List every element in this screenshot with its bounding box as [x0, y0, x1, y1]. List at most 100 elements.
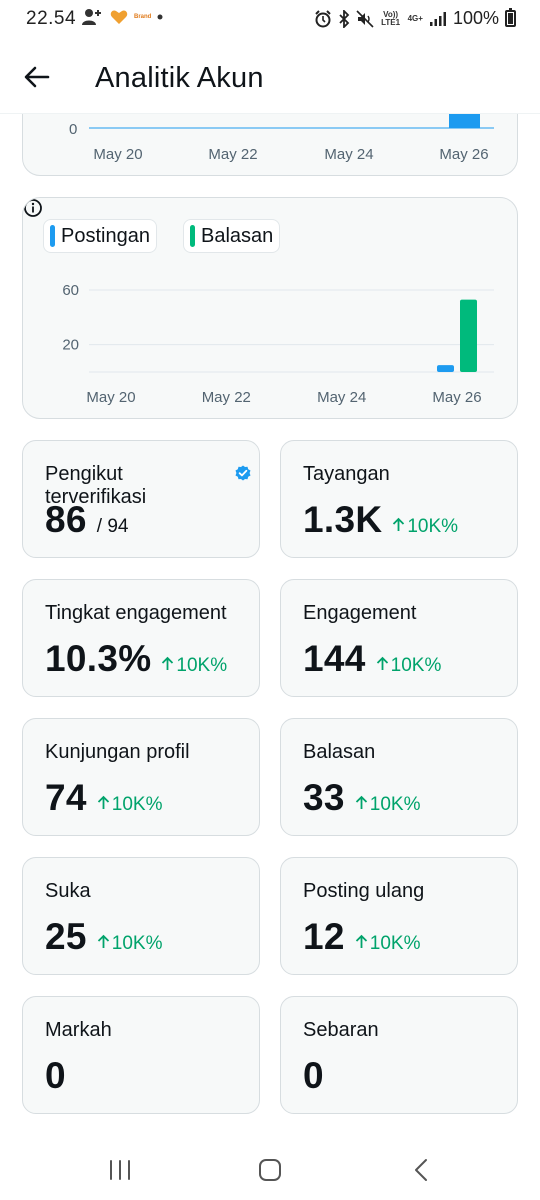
recent-apps-icon[interactable] — [106, 1158, 134, 1182]
alarm-icon — [314, 9, 331, 27]
signal-icon — [429, 11, 446, 26]
bar-postingan-may-26 — [437, 365, 454, 372]
stat-value: 10.3% — [45, 638, 152, 679]
stat-change-value: 10K% — [176, 655, 228, 676]
activity-chart-card: Postingan Balasan 60 20 May 20 May 22 May 24… — [22, 197, 518, 419]
stat-value-row: 1.3K 10K% — [303, 499, 458, 541]
stat-value: 0 — [303, 1055, 324, 1096]
stat-change: 10K% — [97, 933, 163, 955]
stat-card[interactable]: Kunjungan profil 74 10K% — [22, 718, 260, 836]
stat-label: Tingkat engagement — [45, 602, 227, 624]
activity-bar-chart: 60 20 May 20 May 22 May 24 May 26 — [62, 282, 494, 406]
stat-value-row: 12 10K% — [303, 916, 420, 958]
stat-value: 0 — [45, 1055, 66, 1096]
x-tick-label: May 24 — [324, 146, 373, 163]
arrow-up-icon — [97, 934, 109, 948]
stat-card[interactable]: Sebaran 0 — [280, 996, 518, 1114]
stat-card[interactable]: Posting ulang 12 10K% — [280, 857, 518, 975]
x-tick-label: May 22 — [208, 146, 257, 163]
x-tick-label: May 20 — [86, 389, 135, 406]
network-type-label: 4G+ — [407, 13, 423, 23]
stat-change: 10K% — [97, 794, 163, 816]
x-tick-label: May 26 — [432, 389, 481, 406]
stat-card[interactable]: Engagement 144 10K% — [280, 579, 518, 697]
stat-label: Balasan — [303, 741, 376, 763]
stat-value: 12 — [303, 916, 345, 957]
y-tick-label: 60 — [62, 282, 79, 299]
add-person-icon — [82, 9, 101, 25]
stat-label: Posting ulang — [303, 880, 425, 902]
bar-balasan-may-26 — [460, 299, 477, 372]
stat-label: Tayangan — [303, 463, 390, 485]
back-button[interactable] — [22, 62, 52, 92]
arrow-up-icon — [97, 795, 109, 809]
stat-label: Sebaran — [303, 1019, 379, 1041]
bluetooth-icon — [338, 9, 349, 28]
stat-value: 1.3K — [303, 499, 383, 540]
stat-change-value: 10K% — [111, 794, 163, 815]
stat-label: Engagement — [303, 602, 417, 624]
home-icon[interactable] — [256, 1158, 284, 1182]
y-tick-label: 0 — [69, 121, 77, 138]
x-tick-label: May 24 — [317, 389, 366, 406]
page-title: Analitik Akun — [95, 62, 264, 94]
arrow-left-icon — [24, 66, 50, 88]
stat-value-row: 25 10K% — [45, 916, 162, 958]
status-time: 22.54 — [26, 8, 77, 29]
stat-change: 10K% — [355, 794, 421, 816]
stat-value-row: 0 — [45, 1055, 66, 1097]
stat-change: 10K% — [392, 516, 458, 538]
heart-app-icon — [110, 10, 128, 24]
stat-value: 86 — [45, 499, 87, 540]
arrow-up-icon — [162, 656, 174, 670]
stat-label: Suka — [45, 880, 91, 902]
battery-icon — [505, 8, 516, 27]
stat-change: 10K% — [355, 933, 421, 955]
stat-value-row: 144 10K% — [303, 638, 441, 680]
stat-value: 144 — [303, 638, 366, 679]
status-left-icons: Brand — [82, 8, 163, 26]
x-tick-label: May 26 — [439, 146, 488, 163]
stat-label: Kunjungan profil — [45, 741, 190, 763]
stat-change-value: 10K% — [390, 655, 442, 676]
stat-card[interactable]: Markah 0 — [22, 996, 260, 1114]
y-tick-label: 20 — [62, 337, 79, 354]
stat-value: 74 — [45, 777, 87, 818]
stat-label: Markah — [45, 1019, 112, 1041]
arrow-up-icon — [376, 656, 388, 670]
verified-badge-icon — [235, 465, 251, 481]
stat-total: / 94 — [96, 516, 129, 537]
back-icon[interactable] — [408, 1158, 436, 1182]
app-notification-icon: Brand — [134, 14, 152, 20]
stat-change: 10K% — [161, 655, 227, 677]
stat-change-value: 10K% — [407, 516, 459, 537]
stat-card[interactable]: Tingkat engagement 10.3% 10K% — [22, 579, 260, 697]
volte-label: Vo)) LTE1 — [381, 9, 401, 27]
x-tick-label: May 22 — [202, 389, 251, 406]
stat-value-row: 10.3% 10K% — [45, 638, 227, 680]
stat-card[interactable]: Tayangan 1.3K 10K% — [280, 440, 518, 558]
status-right-icons: Vo)) LTE1 4G+ 100% — [314, 8, 516, 29]
stat-change: 10K% — [376, 655, 442, 677]
mute-icon — [356, 9, 374, 28]
stat-value-row: 0 — [303, 1055, 324, 1097]
status-bar: 22.54 Brand Vo)) LTE1 4G+ 100% — [0, 0, 540, 40]
x-tick-label: May 20 — [93, 146, 142, 163]
dot-icon — [157, 14, 163, 20]
stat-value: 33 — [303, 777, 345, 818]
stat-value-row: 74 10K% — [45, 777, 162, 819]
stat-value: 25 — [45, 916, 87, 957]
arrow-up-icon — [393, 517, 405, 531]
stat-card[interactable]: Balasan 33 10K% — [280, 718, 518, 836]
stat-value-row: 86 / 94 — [45, 499, 128, 541]
stat-card[interactable]: Pengikut terverifikasi 86/ 94 — [22, 440, 260, 558]
stat-value-row: 33 10K% — [303, 777, 420, 819]
battery-percent: 100% — [452, 8, 499, 28]
arrow-up-icon — [355, 795, 367, 809]
stat-card[interactable]: Suka 25 10K% — [22, 857, 260, 975]
app-header: Analitik Akun — [0, 40, 540, 114]
stat-change-value: 10K% — [369, 933, 421, 954]
arrow-up-icon — [355, 934, 367, 948]
stat-change-value: 10K% — [369, 794, 421, 815]
stat-change-value: 10K% — [111, 933, 163, 954]
